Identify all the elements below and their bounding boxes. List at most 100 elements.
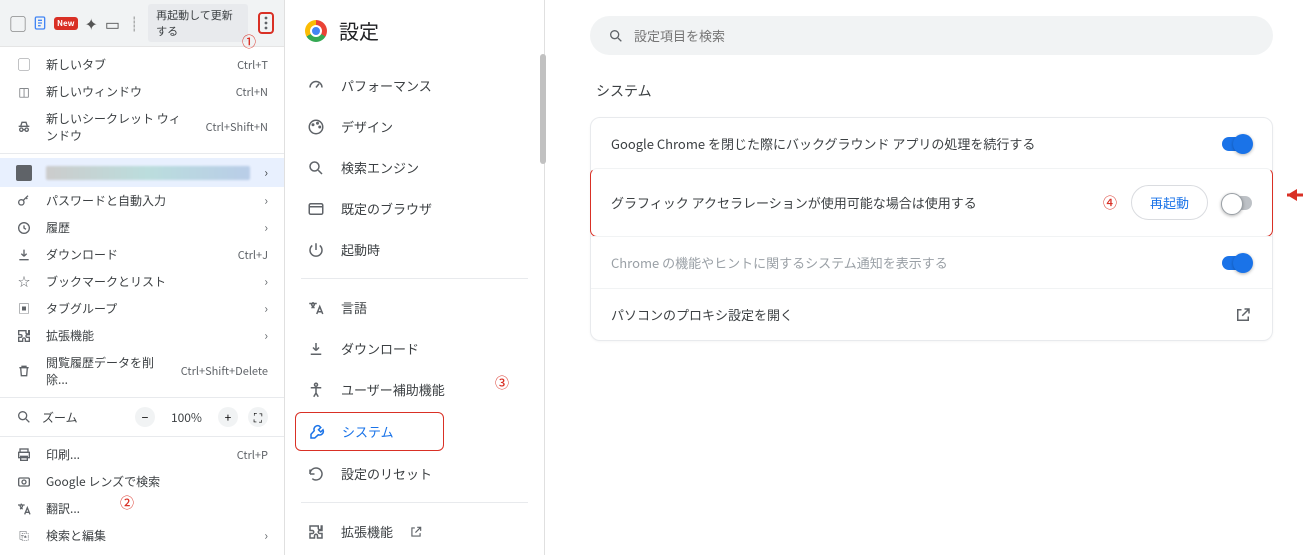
nav-extensions[interactable]: 拡張機能 (285, 511, 544, 552)
menu-cast[interactable]: キャスト、保存、共有 › (0, 549, 284, 555)
nav-label: 設定のリセット (341, 464, 432, 483)
menu-label: Google レンズで検索 (46, 473, 268, 490)
find-icon: ⎘ (16, 528, 32, 544)
nav-system[interactable]: システム (295, 412, 444, 451)
nav-default-browser[interactable]: 既定のブラウザ (285, 188, 544, 229)
nav-design[interactable]: デザイン (285, 106, 544, 147)
settings-search[interactable] (590, 16, 1273, 55)
menu-label: 拡張機能 (46, 327, 250, 344)
menu-bookmarks[interactable]: ☆ ブックマークとリスト › (0, 268, 284, 295)
shortcut: Ctrl+T (237, 57, 268, 73)
menu-label: 閲覧履歴データを削除... (46, 354, 167, 388)
zoom-in-button[interactable]: + (218, 407, 238, 427)
menu-extensions[interactable]: 拡張機能 › (0, 322, 284, 349)
menu-label: 新しいウィンドウ (46, 83, 222, 100)
nav-startup[interactable]: 起動時 (285, 229, 544, 270)
row-system-notices: Chrome の機能やヒントに関するシステム通知を表示する (591, 236, 1272, 288)
tab-icon: ▢ (10, 14, 26, 32)
chevron-right-icon: › (264, 527, 268, 544)
menu-translate[interactable]: 翻訳... (0, 495, 284, 522)
tabgroup-icon: ▣ (16, 301, 32, 317)
restart-button[interactable]: 再起動 (1131, 185, 1208, 220)
search-input[interactable] (634, 26, 1255, 45)
divider-icon: ┊ (126, 14, 142, 32)
settings-main: システム Google Chrome を閉じた際にバックグラウンド アプリの処理… (560, 0, 1303, 555)
annotation-2: ② (120, 493, 134, 513)
shortcut: Ctrl+J (238, 247, 268, 263)
key-icon (16, 193, 32, 209)
profile-name-blurred (46, 166, 250, 180)
row-label: Chrome の機能やヒントに関するシステム通知を表示する (611, 253, 1222, 272)
download-icon (16, 247, 32, 263)
scrollbar[interactable] (540, 54, 546, 164)
nav-label: 言語 (341, 298, 367, 317)
update-restart-pill[interactable]: 再起動して更新する (148, 4, 248, 42)
chevron-right-icon: › (264, 164, 268, 181)
search-icon (307, 159, 325, 177)
profile-row[interactable]: › (0, 158, 284, 187)
zoom-out-button[interactable]: − (135, 407, 155, 427)
doc-icon (32, 14, 48, 32)
menu-passwords[interactable]: パスワードと自動入力 › (0, 187, 284, 214)
kebab-menu-button[interactable] (258, 12, 274, 34)
menu-label: 印刷... (46, 446, 223, 463)
nav-label: デザイン (341, 117, 393, 136)
fullscreen-button[interactable]: ⛶ (248, 407, 268, 427)
settings-header: 設定 (285, 0, 544, 61)
zoom-icon (16, 409, 32, 425)
nav-about[interactable]: Chrome について (285, 552, 544, 556)
menu-new-tab[interactable]: ▢ 新しいタブ Ctrl+T (0, 51, 284, 78)
menu-label: 新しいタブ (46, 56, 223, 73)
menu-downloads[interactable]: ダウンロード Ctrl+J (0, 241, 284, 268)
chevron-right-icon: › (264, 192, 268, 209)
menu-label: ズーム (42, 409, 125, 426)
row-proxy[interactable]: パソコンのプロキシ設定を開く (591, 288, 1272, 340)
menu-incognito[interactable]: 新しいシークレット ウィンドウ Ctrl+Shift+N (0, 105, 284, 149)
menu-label: ダウンロード (46, 246, 224, 263)
menu-tabgroups[interactable]: ▣ タブグループ › (0, 295, 284, 322)
reset-icon (307, 465, 325, 483)
sparkle-icon: ✦ (84, 14, 99, 32)
menu-lens[interactable]: Google レンズで検索 (0, 468, 284, 495)
chevron-right-icon: › (264, 219, 268, 236)
toggle-gpu-accel[interactable] (1222, 196, 1252, 210)
chrome-logo-icon (305, 20, 327, 42)
power-icon (307, 241, 325, 259)
external-link-icon (1234, 306, 1252, 324)
search-icon (608, 28, 624, 44)
speedometer-icon (307, 77, 325, 95)
menu-label: 検索と編集 (46, 527, 250, 544)
nav-reset[interactable]: 設定のリセット (285, 453, 544, 494)
row-background-apps: Google Chrome を閉じた際にバックグラウンド アプリの処理を続行する (591, 118, 1272, 169)
chevron-right-icon: › (264, 327, 268, 344)
menu-history[interactable]: 履歴 › (0, 214, 284, 241)
tab-icon: ▢ (16, 57, 32, 73)
nav-label: 拡張機能 (341, 522, 393, 541)
toggle-background-apps[interactable] (1222, 137, 1252, 151)
nav-performance[interactable]: パフォーマンス (285, 65, 544, 106)
chrome-context-menu: ▢ New ✦ ▭ ┊ 再起動して更新する ① ▢ 新しいタブ Ctrl+T ◫… (0, 0, 285, 555)
context-menu-list: ▢ 新しいタブ Ctrl+T ◫ 新しいウィンドウ Ctrl+N 新しいシークレ… (0, 47, 284, 555)
menu-find[interactable]: ⎘ 検索と編集 › (0, 522, 284, 549)
nav-downloads[interactable]: ダウンロード (285, 328, 544, 369)
menu-print[interactable]: 印刷... Ctrl+P (0, 441, 284, 468)
shortcut: Ctrl+Shift+Delete (181, 363, 268, 379)
row-label: グラフィック アクセラレーションが使用可能な場合は使用する (611, 193, 1103, 212)
nav-label: 検索エンジン (341, 158, 419, 177)
nav-language[interactable]: 言語 (285, 287, 544, 328)
section-title: システム (596, 81, 1273, 101)
menu-clear-data[interactable]: 閲覧履歴データを削除... Ctrl+Shift+Delete (0, 349, 284, 393)
toggle-system-notices[interactable] (1222, 256, 1252, 270)
row-label: パソコンのプロキシ設定を開く (611, 305, 1234, 324)
menu-label: 履歴 (46, 219, 250, 236)
settings-nav: パフォーマンス デザイン 検索エンジン 既定のブラウザ 起動時 言語 ダウンロー… (285, 61, 544, 556)
puzzle-icon (307, 523, 325, 541)
palette-icon (307, 118, 325, 136)
download-icon (307, 340, 325, 358)
incognito-icon (16, 119, 32, 135)
language-icon (307, 299, 325, 317)
nav-search-engine[interactable]: 検索エンジン (285, 147, 544, 188)
annotation-1: ① (242, 32, 256, 52)
menu-new-window[interactable]: ◫ 新しいウィンドウ Ctrl+N (0, 78, 284, 105)
menu-zoom: ズーム − 100% + ⛶ (0, 402, 284, 432)
